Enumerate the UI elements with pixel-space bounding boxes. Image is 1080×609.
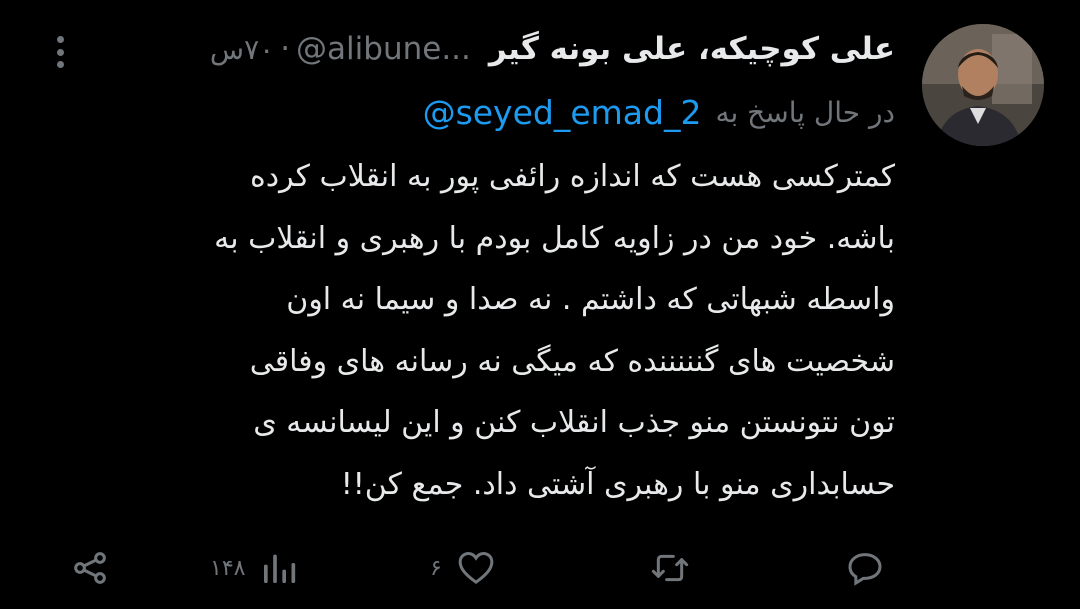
reply-button[interactable] (845, 540, 885, 596)
tweet-line: حسابداری منو با رهبری آشتی داد. جمع کن!! (340, 466, 895, 502)
timestamp[interactable]: ۷۰س (210, 33, 274, 66)
avatar-photo (922, 24, 1044, 146)
share-button[interactable] (70, 540, 110, 596)
tweet-line: تون نتونستن منو جذب انقلاب کنن و این لیس… (253, 405, 895, 440)
retweet-button[interactable] (650, 540, 690, 596)
author-handle[interactable]: @alibune... (296, 31, 471, 67)
tweet-line: باشه. خود من در زاویه کامل بودم با رهبری… (214, 220, 895, 256)
tweet-line: کمترکسی هست که اندازه رائفی پور به انقلا… (250, 159, 895, 194)
avatar[interactable] (922, 24, 1044, 146)
replying-to-label: در حال پاسخ به (715, 95, 895, 129)
heart-icon (458, 551, 494, 585)
tweet-text: کمترکسی هست که اندازه رائفی پور به انقلا… (40, 146, 895, 515)
likes-count: ۶ (430, 555, 442, 581)
action-bar: ۱۴۸ ۶ (60, 540, 900, 596)
tweet-line: واسطه شبهاتی که داشتم . نه صدا و سیما نه… (286, 282, 895, 317)
reply-bubble-icon (848, 553, 882, 586)
replying-to-handle[interactable]: @seyed_emad_2 (423, 93, 702, 132)
tweet: علی کوچیکه، علی بونه گیر @alibune... · ۷… (0, 0, 1080, 609)
share-icon (74, 552, 106, 584)
views-count: ۱۴۸ (210, 555, 246, 581)
bar-chart-icon (264, 554, 296, 583)
tweet-header: علی کوچیکه، علی بونه گیر @alibune... · ۷… (40, 24, 895, 74)
separator-dot: · (280, 31, 291, 67)
retweet-icon (651, 554, 689, 582)
replying-to: در حال پاسخ به @seyed_emad_2 (40, 90, 895, 134)
like-button[interactable]: ۶ (430, 540, 496, 596)
author-name[interactable]: علی کوچیکه، علی بونه گیر (489, 31, 895, 67)
views-button[interactable]: ۱۴۸ (210, 540, 299, 596)
tweet-line: شخصیت های گنننننده که میگی نه رسانه های … (249, 343, 895, 379)
